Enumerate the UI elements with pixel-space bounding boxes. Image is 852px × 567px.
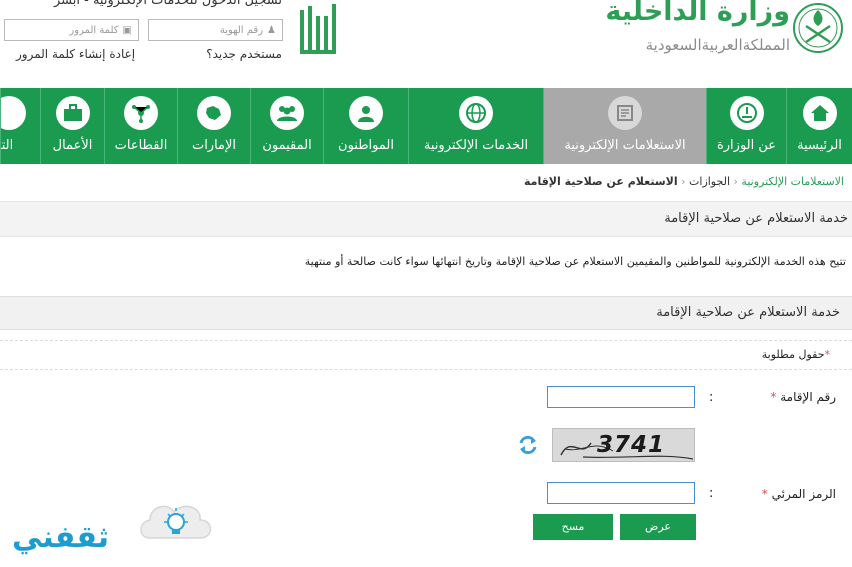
lock-icon: ▣: [122, 24, 132, 36]
captcha-label-text: الرمز المرئي: [771, 487, 836, 501]
captcha-input[interactable]: [547, 482, 695, 504]
national-id-placeholder: رقم الهوية: [219, 24, 264, 36]
nav-item-business[interactable]: الأعمال: [40, 88, 104, 164]
ministry-emblem-icon: [729, 96, 764, 130]
citizen-icon: [349, 96, 383, 130]
emirates-icon: [197, 96, 231, 130]
watermark-text: ثقفني: [12, 520, 110, 555]
breadcrumb-inquiries[interactable]: الاستعلامات الإلكترونية: [741, 175, 844, 188]
moi-logo[interactable]: وزارة الداخلية المملكةالعربيةالسعودية: [600, 0, 790, 64]
breadcrumb-current: الاستعلام عن صلاحية الإقامة: [523, 175, 678, 188]
header: تسجيل الدخول للخدمات الإلكترونية - أبشر …: [0, 0, 852, 88]
nav-item-emirates[interactable]: الإمارات: [177, 88, 250, 164]
nav-label-home: الرئيسية: [797, 138, 842, 153]
form-title: خدمة الاستعلام عن صلاحية الإقامة: [656, 305, 840, 320]
inquiry-icon: [608, 96, 642, 130]
login-title: تسجيل الدخول للخدمات الإلكترونية - أبشر: [53, 0, 282, 8]
nav-item-residents[interactable]: المقيمون: [250, 88, 323, 164]
show-button[interactable]: عرض: [620, 514, 696, 540]
nav-item-home[interactable]: الرئيسية: [786, 88, 852, 164]
nav-label-more: التو: [1, 138, 14, 153]
nav-label-eservices: الخدمات الإلكترونية: [423, 138, 529, 153]
breadcrumb: الاستعلامات الإلكترونية ‹ الجوازات ‹ الا…: [524, 175, 844, 188]
captcha-text: 3741: [597, 432, 666, 458]
nav-item-eservices[interactable]: الخدمات الإلكترونية: [408, 88, 543, 164]
iqama-number-input[interactable]: [547, 386, 695, 408]
password-input[interactable]: ▣ كلمة المرور: [4, 19, 139, 41]
breadcrumb-separator: ‹: [733, 175, 738, 188]
login-panel: تسجيل الدخول للخدمات الإلكترونية - أبشر …: [0, 0, 290, 70]
nav-item-more[interactable]: التو: [0, 88, 40, 164]
watermark-logo: ثقفني: [10, 498, 220, 562]
nav-label-business: الأعمال: [52, 138, 93, 153]
password-placeholder: كلمة المرور: [69, 24, 119, 36]
nav-label-residents: المقيمون: [262, 138, 312, 153]
lightbulb-cloud-icon: [140, 505, 212, 539]
main-nav: الرئيسية عن الوزارة الاستعلامات الإلكترو…: [0, 88, 852, 164]
required-star: *: [824, 348, 831, 361]
captcha-colon: :: [709, 486, 714, 501]
required-fields-note: *حقول مطلوبة: [0, 340, 852, 370]
iqama-colon: :: [709, 390, 714, 405]
page-title: خدمة الاستعلام عن صلاحية الإقامة: [664, 211, 848, 226]
page-title-bar: خدمة الاستعلام عن صلاحية الإقامة: [0, 201, 852, 237]
nav-label-emirates: الإمارات: [191, 138, 237, 153]
required-star: *: [770, 390, 777, 404]
partial-icon: [1, 96, 26, 130]
briefcase-icon: [55, 96, 90, 130]
iqama-label: رقم الإقامة *: [770, 390, 836, 404]
new-user-link[interactable]: مستخدم جديد؟: [206, 47, 282, 61]
saudi-emblem-icon: [793, 3, 843, 53]
iqama-label-text: رقم الإقامة: [780, 390, 836, 404]
nav-label-sectors: القطاعات: [114, 138, 168, 153]
nav-item-about[interactable]: عن الوزارة: [706, 88, 786, 164]
service-description: تتيح هذه الخدمة الإلكترونية للمواطنين وا…: [304, 255, 846, 268]
required-note-text: *حقول مطلوبة: [762, 348, 830, 361]
nav-label-inquiries: الاستعلامات الإلكترونية: [564, 138, 686, 153]
globe-icon: [459, 96, 493, 130]
nav-label-about: عن الوزارة: [716, 138, 777, 153]
captcha-image: 3741: [552, 428, 695, 462]
refresh-captcha-icon[interactable]: [517, 434, 539, 456]
user-icon: ♟: [267, 24, 276, 36]
breadcrumb-separator: ‹: [681, 175, 686, 188]
national-id-input[interactable]: ♟ رقم الهوية: [148, 19, 283, 41]
home-icon: [802, 96, 837, 130]
breadcrumb-passports[interactable]: الجوازات: [689, 175, 730, 188]
form-header: خدمة الاستعلام عن صلاحية الإقامة: [0, 296, 852, 330]
clear-button[interactable]: مسح: [533, 514, 613, 540]
captcha-label: الرمز المرئي *: [762, 487, 836, 501]
required-star: *: [761, 487, 768, 501]
reset-password-link[interactable]: إعادة إنشاء كلمة المرور: [16, 47, 135, 61]
nav-item-inquiries[interactable]: الاستعلامات الإلكترونية: [543, 88, 706, 164]
moi-subtitle: المملكةالعربيةالسعودية: [645, 36, 790, 54]
sectors-icon: [124, 96, 158, 130]
nav-item-citizens[interactable]: المواطنون: [323, 88, 408, 164]
moi-title: وزارة الداخلية: [605, 0, 790, 27]
required-note-label: حقول مطلوبة: [761, 348, 825, 361]
nav-item-sectors[interactable]: القطاعات: [104, 88, 177, 164]
nav-label-citizens: المواطنون: [338, 138, 394, 153]
residents-icon: [270, 96, 304, 130]
absher-logo-icon[interactable]: [298, 2, 342, 62]
